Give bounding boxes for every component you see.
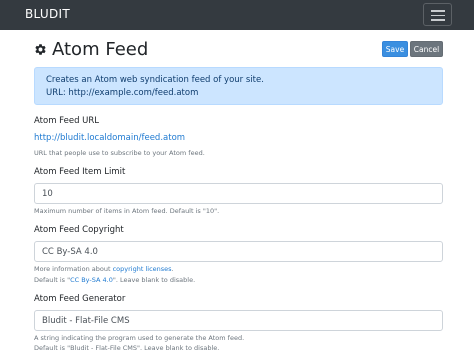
feed-url-link[interactable]: http://bludit.localdomain/feed.atom bbox=[34, 133, 185, 143]
brand-logo[interactable]: BLUDIT bbox=[25, 7, 70, 21]
item-limit-input[interactable]: 10 bbox=[34, 183, 443, 204]
copyright-default-help: Default is "CC By-SA 4.0". Leave blank t… bbox=[34, 275, 195, 285]
alert-url: URL: http://example.com/feed.atom bbox=[46, 88, 199, 98]
gear-icon bbox=[35, 43, 46, 55]
hamburger-icon bbox=[431, 14, 445, 16]
generator-input[interactable]: Bludit - Flat-File CMS bbox=[34, 310, 443, 331]
copyright-help-suffix: . bbox=[171, 265, 174, 273]
copyright-label: Atom Feed Copyright bbox=[34, 225, 124, 235]
alert-description: Creates an Atom web syndication feed of … bbox=[46, 75, 264, 85]
feed-url-label: Atom Feed URL bbox=[34, 116, 100, 126]
hamburger-icon bbox=[431, 19, 445, 21]
hamburger-icon bbox=[431, 10, 445, 12]
save-button[interactable]: Save bbox=[382, 41, 408, 57]
page-title-text: Atom Feed bbox=[52, 38, 149, 60]
cancel-button[interactable]: Cancel bbox=[410, 41, 443, 57]
copyright-input[interactable]: CC By-SA 4.0 bbox=[34, 241, 443, 262]
copyright-default-prefix: Default is " bbox=[34, 276, 71, 284]
item-limit-label: Atom Feed Item Limit bbox=[34, 167, 126, 177]
copyright-help: More information about copyright license… bbox=[34, 264, 174, 274]
page-title: Atom Feed bbox=[34, 36, 148, 62]
info-alert: Creates an Atom web syndication feed of … bbox=[34, 67, 443, 105]
copyright-default-suffix: ". Leave blank to disable. bbox=[112, 276, 196, 284]
generator-default-help: Default is "Bludit - Flat-File CMS". Lea… bbox=[34, 344, 220, 352]
cc-by-sa-link[interactable]: CC By-SA 4.0 bbox=[70, 276, 113, 284]
generator-help: A string indicating the program used to … bbox=[34, 334, 245, 342]
menu-toggle-button[interactable] bbox=[423, 3, 452, 26]
item-limit-help: Maximum number of items in Atom feed. De… bbox=[34, 207, 220, 215]
feed-url-help: URL that people use to subscribe to your… bbox=[34, 149, 205, 157]
copyright-licenses-link[interactable]: copyright licenses bbox=[113, 265, 172, 273]
generator-label: Atom Feed Generator bbox=[34, 294, 126, 304]
top-navbar: BLUDIT bbox=[0, 0, 474, 30]
copyright-help-text: More information about bbox=[34, 265, 113, 273]
